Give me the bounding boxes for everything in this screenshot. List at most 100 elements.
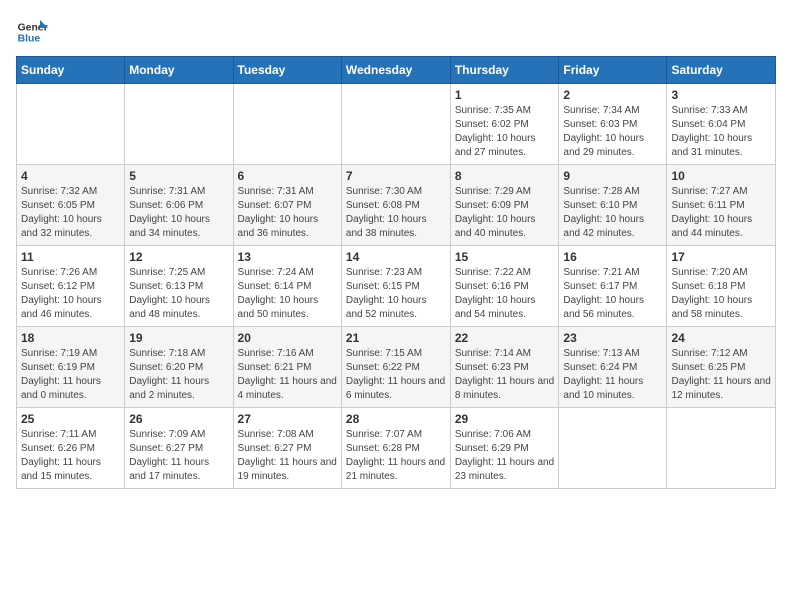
calendar-cell: 9 Sunrise: 7:28 AM Sunset: 6:10 PM Daylig… bbox=[559, 165, 667, 246]
calendar-cell: 17 Sunrise: 7:20 AM Sunset: 6:18 PM Dayli… bbox=[667, 246, 776, 327]
calendar-cell: 8Sunrise: 7:29 AM Sunset: 6:09 PM Daylig… bbox=[450, 165, 559, 246]
day-info: Sunrise: 7:23 AM Sunset: 6:15 PM Dayligh… bbox=[346, 266, 446, 322]
weekday-header-sunday: Sunday bbox=[17, 57, 125, 84]
calendar-week-row: 18 Sunrise: 7:19 AM Sunset: 6:19 PM Dayli… bbox=[17, 327, 776, 408]
day-number: 28 bbox=[346, 412, 446, 426]
calendar-cell: 19Sunrise: 7:18 AM Sunset: 6:20 PM Dayli… bbox=[125, 327, 233, 408]
day-info: Sunrise: 7:16 AM Sunset: 6:21 PM Dayligh… bbox=[238, 347, 337, 403]
day-number: 6 bbox=[238, 169, 337, 183]
day-number: 22 bbox=[455, 331, 555, 345]
weekday-header-saturday: Saturday bbox=[667, 57, 776, 84]
day-info: Sunrise: 7:07 AM Sunset: 6:28 PM Dayligh… bbox=[346, 428, 446, 484]
calendar-cell: 7 Sunrise: 7:30 AM Sunset: 6:08 PM Daylig… bbox=[341, 165, 450, 246]
day-info: Sunrise: 7:08 AM Sunset: 6:27 PM Dayligh… bbox=[238, 428, 337, 484]
weekday-header-wednesday: Wednesday bbox=[341, 57, 450, 84]
calendar-cell: 24 Sunrise: 7:12 AM Sunset: 6:25 PM Dayli… bbox=[667, 327, 776, 408]
day-number: 3 bbox=[671, 88, 771, 102]
day-number: 2 bbox=[563, 88, 662, 102]
day-number: 26 bbox=[129, 412, 228, 426]
day-info: Sunrise: 7:24 AM Sunset: 6:14 PM Dayligh… bbox=[238, 266, 337, 322]
day-info: Sunrise: 7:30 AM Sunset: 6:08 PM Dayligh… bbox=[346, 185, 446, 241]
day-number: 1 bbox=[455, 88, 555, 102]
day-info: Sunrise: 7:34 AM Sunset: 6:03 PM Dayligh… bbox=[563, 104, 662, 160]
calendar-cell: 5 Sunrise: 7:31 AM Sunset: 6:06 PM Daylig… bbox=[125, 165, 233, 246]
day-info: Sunrise: 7:27 AM Sunset: 6:11 PM Dayligh… bbox=[671, 185, 771, 241]
day-info: Sunrise: 7:11 AM Sunset: 6:26 PM Dayligh… bbox=[21, 428, 120, 484]
day-info: Sunrise: 7:09 AM Sunset: 6:27 PM Dayligh… bbox=[129, 428, 228, 484]
calendar-cell: 27 Sunrise: 7:08 AM Sunset: 6:27 PM Dayli… bbox=[233, 408, 341, 489]
day-info: Sunrise: 7:13 AM Sunset: 6:24 PM Dayligh… bbox=[563, 347, 662, 403]
logo: General Blue bbox=[16, 16, 48, 48]
day-number: 9 bbox=[563, 169, 662, 183]
calendar-cell: 18 Sunrise: 7:19 AM Sunset: 6:19 PM Dayli… bbox=[17, 327, 125, 408]
calendar-cell: 26 Sunrise: 7:09 AM Sunset: 6:27 PM Dayli… bbox=[125, 408, 233, 489]
calendar-cell bbox=[233, 84, 341, 165]
calendar-cell: 29Sunrise: 7:06 AM Sunset: 6:29 PM Dayli… bbox=[450, 408, 559, 489]
calendar-cell: 10 Sunrise: 7:27 AM Sunset: 6:11 PM Dayli… bbox=[667, 165, 776, 246]
day-number: 13 bbox=[238, 250, 337, 264]
day-info: Sunrise: 7:20 AM Sunset: 6:18 PM Dayligh… bbox=[671, 266, 771, 322]
day-info: Sunrise: 7:26 AM Sunset: 6:12 PM Dayligh… bbox=[21, 266, 120, 322]
calendar-cell: 11 Sunrise: 7:26 AM Sunset: 6:12 PM Dayli… bbox=[17, 246, 125, 327]
day-info: Sunrise: 7:19 AM Sunset: 6:19 PM Dayligh… bbox=[21, 347, 120, 403]
day-number: 17 bbox=[671, 250, 771, 264]
calendar-cell bbox=[667, 408, 776, 489]
calendar-cell: 25Sunrise: 7:11 AM Sunset: 6:26 PM Dayli… bbox=[17, 408, 125, 489]
day-number: 16 bbox=[563, 250, 662, 264]
day-info: Sunrise: 7:15 AM Sunset: 6:22 PM Dayligh… bbox=[346, 347, 446, 403]
calendar-table: SundayMondayTuesdayWednesdayThursdayFrid… bbox=[16, 56, 776, 489]
day-number: 7 bbox=[346, 169, 446, 183]
day-info: Sunrise: 7:14 AM Sunset: 6:23 PM Dayligh… bbox=[455, 347, 555, 403]
day-number: 18 bbox=[21, 331, 120, 345]
day-info: Sunrise: 7:18 AM Sunset: 6:20 PM Dayligh… bbox=[129, 347, 228, 403]
day-info: Sunrise: 7:33 AM Sunset: 6:04 PM Dayligh… bbox=[671, 104, 771, 160]
svg-text:Blue: Blue bbox=[18, 34, 41, 45]
day-number: 5 bbox=[129, 169, 228, 183]
day-info: Sunrise: 7:21 AM Sunset: 6:17 PM Dayligh… bbox=[563, 266, 662, 322]
calendar-week-row: 4 Sunrise: 7:32 AM Sunset: 6:05 PM Daylig… bbox=[17, 165, 776, 246]
day-number: 24 bbox=[671, 331, 771, 345]
day-number: 23 bbox=[563, 331, 662, 345]
calendar-cell: 14 Sunrise: 7:23 AM Sunset: 6:15 PM Dayli… bbox=[341, 246, 450, 327]
calendar-cell: 23 Sunrise: 7:13 AM Sunset: 6:24 PM Dayli… bbox=[559, 327, 667, 408]
calendar-cell: 3 Sunrise: 7:33 AM Sunset: 6:04 PM Daylig… bbox=[667, 84, 776, 165]
calendar-cell: 12Sunrise: 7:25 AM Sunset: 6:13 PM Dayli… bbox=[125, 246, 233, 327]
day-info: Sunrise: 7:35 AM Sunset: 6:02 PM Dayligh… bbox=[455, 104, 555, 160]
calendar-cell: 15 Sunrise: 7:22 AM Sunset: 6:16 PM Dayli… bbox=[450, 246, 559, 327]
day-info: Sunrise: 7:29 AM Sunset: 6:09 PM Dayligh… bbox=[455, 185, 555, 241]
day-info: Sunrise: 7:31 AM Sunset: 6:07 PM Dayligh… bbox=[238, 185, 337, 241]
calendar-cell: 6 Sunrise: 7:31 AM Sunset: 6:07 PM Daylig… bbox=[233, 165, 341, 246]
day-number: 20 bbox=[238, 331, 337, 345]
day-number: 10 bbox=[671, 169, 771, 183]
day-number: 27 bbox=[238, 412, 337, 426]
day-number: 4 bbox=[21, 169, 120, 183]
weekday-header-tuesday: Tuesday bbox=[233, 57, 341, 84]
logo-icon: General Blue bbox=[16, 16, 48, 48]
day-number: 15 bbox=[455, 250, 555, 264]
calendar-cell: 20 Sunrise: 7:16 AM Sunset: 6:21 PM Dayli… bbox=[233, 327, 341, 408]
day-info: Sunrise: 7:28 AM Sunset: 6:10 PM Dayligh… bbox=[563, 185, 662, 241]
day-info: Sunrise: 7:22 AM Sunset: 6:16 PM Dayligh… bbox=[455, 266, 555, 322]
weekday-header-thursday: Thursday bbox=[450, 57, 559, 84]
day-info: Sunrise: 7:12 AM Sunset: 6:25 PM Dayligh… bbox=[671, 347, 771, 403]
calendar-cell bbox=[341, 84, 450, 165]
calendar-cell: 21Sunrise: 7:15 AM Sunset: 6:22 PM Dayli… bbox=[341, 327, 450, 408]
day-info: Sunrise: 7:25 AM Sunset: 6:13 PM Dayligh… bbox=[129, 266, 228, 322]
calendar-cell bbox=[125, 84, 233, 165]
day-info: Sunrise: 7:32 AM Sunset: 6:05 PM Dayligh… bbox=[21, 185, 120, 241]
calendar-week-row: 25Sunrise: 7:11 AM Sunset: 6:26 PM Dayli… bbox=[17, 408, 776, 489]
calendar-header-row: SundayMondayTuesdayWednesdayThursdayFrid… bbox=[17, 57, 776, 84]
calendar-week-row: 1 Sunrise: 7:35 AM Sunset: 6:02 PM Daylig… bbox=[17, 84, 776, 165]
day-info: Sunrise: 7:06 AM Sunset: 6:29 PM Dayligh… bbox=[455, 428, 555, 484]
day-number: 11 bbox=[21, 250, 120, 264]
weekday-header-monday: Monday bbox=[125, 57, 233, 84]
day-number: 14 bbox=[346, 250, 446, 264]
page-header: General Blue bbox=[16, 16, 776, 48]
calendar-week-row: 11 Sunrise: 7:26 AM Sunset: 6:12 PM Dayli… bbox=[17, 246, 776, 327]
calendar-cell: 1 Sunrise: 7:35 AM Sunset: 6:02 PM Daylig… bbox=[450, 84, 559, 165]
weekday-header-friday: Friday bbox=[559, 57, 667, 84]
calendar-cell: 4 Sunrise: 7:32 AM Sunset: 6:05 PM Daylig… bbox=[17, 165, 125, 246]
calendar-cell: 28 Sunrise: 7:07 AM Sunset: 6:28 PM Dayli… bbox=[341, 408, 450, 489]
day-info: Sunrise: 7:31 AM Sunset: 6:06 PM Dayligh… bbox=[129, 185, 228, 241]
calendar-cell: 22 Sunrise: 7:14 AM Sunset: 6:23 PM Dayli… bbox=[450, 327, 559, 408]
